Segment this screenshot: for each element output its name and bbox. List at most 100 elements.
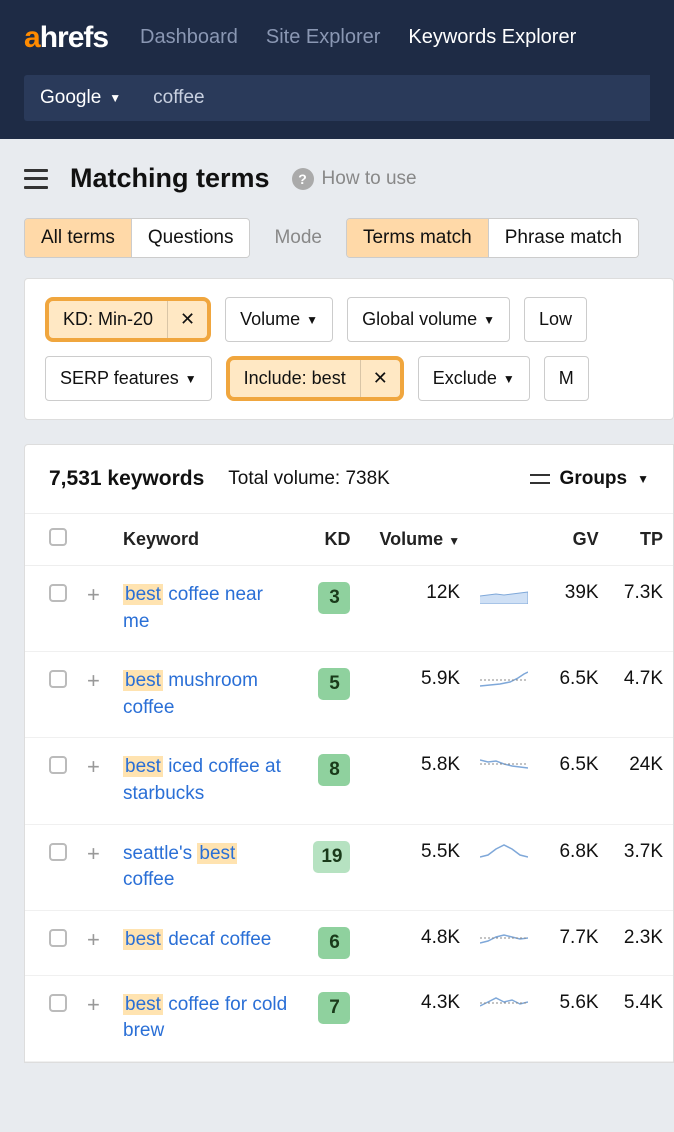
col-gv[interactable]: GV: [544, 514, 608, 566]
tab-all-terms[interactable]: All terms: [25, 219, 132, 257]
volume-value: 5.8K: [360, 738, 470, 824]
col-keyword[interactable]: Keyword: [113, 514, 298, 566]
nav-site-explorer[interactable]: Site Explorer: [266, 26, 381, 49]
filter-global-volume[interactable]: Global volume ▼: [347, 297, 510, 342]
tab-terms-match[interactable]: Terms match: [347, 219, 489, 257]
filters-panel: KD: Min-20 ✕ Volume ▼ Global volume ▼ Lo…: [24, 278, 674, 420]
match-mode-tabs: Terms match Phrase match: [346, 218, 639, 258]
expand-icon[interactable]: +: [87, 582, 100, 607]
chevron-down-icon: ▼: [109, 91, 121, 105]
gv-value: 5.6K: [544, 975, 608, 1061]
tp-value: 2.3K: [609, 910, 673, 975]
filter-include-label: Include: best: [230, 360, 360, 397]
col-kd[interactable]: KD: [298, 514, 360, 566]
keyword-count: 7,531 keywords: [49, 467, 204, 491]
trend-sparkline: [470, 566, 544, 652]
table-row: + seattle's best coffee 19 5.5K 6.8K3.7K: [25, 824, 673, 910]
total-volume: Total volume: 738K: [228, 468, 390, 490]
keyword-input[interactable]: [137, 75, 650, 121]
filter-volume-label: Volume: [240, 309, 300, 330]
row-checkbox[interactable]: [49, 756, 67, 774]
volume-value: 4.3K: [360, 975, 470, 1061]
row-checkbox[interactable]: [49, 843, 67, 861]
menu-icon[interactable]: [24, 169, 48, 189]
filter-exclude[interactable]: Exclude ▼: [418, 356, 530, 401]
expand-icon[interactable]: +: [87, 754, 100, 779]
row-checkbox[interactable]: [49, 994, 67, 1012]
close-icon[interactable]: ✕: [167, 301, 207, 338]
tp-value: 3.7K: [609, 824, 673, 910]
chevron-down-icon: ▼: [306, 313, 318, 327]
volume-value: 4.8K: [360, 910, 470, 975]
filter-serp-features[interactable]: SERP features ▼: [45, 356, 212, 401]
select-all-checkbox[interactable]: [49, 528, 67, 546]
tab-questions[interactable]: Questions: [132, 219, 250, 257]
term-type-tabs: All terms Questions: [24, 218, 250, 258]
keyword-link[interactable]: best mushroom coffee: [123, 670, 258, 718]
page-title: Matching terms: [70, 163, 270, 194]
tabs-row: All terms Questions Mode Terms match Phr…: [24, 218, 674, 258]
expand-icon[interactable]: +: [87, 992, 100, 1017]
kd-badge: 8: [318, 754, 350, 786]
chevron-down-icon: ▼: [483, 313, 495, 327]
results-panel: 7,531 keywords Total volume: 738K Groups…: [24, 444, 674, 1063]
filter-volume[interactable]: Volume ▼: [225, 297, 333, 342]
keyword-link[interactable]: best iced coffee at starbucks: [123, 756, 281, 804]
search-engine-select[interactable]: Google ▼: [24, 75, 137, 121]
filter-exclude-label: Exclude: [433, 368, 497, 389]
keyword-link[interactable]: best decaf coffee: [123, 929, 271, 950]
kd-badge: 5: [318, 668, 350, 700]
trend-sparkline: [470, 910, 544, 975]
filter-m-label: M: [545, 360, 588, 397]
keyword-link[interactable]: best coffee for cold brew: [123, 994, 287, 1042]
sliders-icon: [530, 471, 550, 487]
nav-dashboard[interactable]: Dashboard: [140, 26, 238, 49]
mode-label: Mode: [274, 227, 322, 249]
filter-low[interactable]: Low: [524, 297, 587, 342]
row-checkbox[interactable]: [49, 584, 67, 602]
nav-keywords-explorer[interactable]: Keywords Explorer: [408, 26, 576, 49]
gv-value: 6.8K: [544, 824, 608, 910]
tp-value: 5.4K: [609, 975, 673, 1061]
trend-sparkline: [470, 824, 544, 910]
sort-desc-icon: ▼: [448, 534, 460, 548]
kd-badge: 7: [318, 992, 350, 1024]
top-nav: ahrefs Dashboard Site Explorer Keywords …: [0, 0, 674, 75]
filter-kd[interactable]: KD: Min-20 ✕: [45, 297, 211, 342]
tab-phrase-match[interactable]: Phrase match: [489, 219, 638, 257]
kd-badge: 19: [313, 841, 350, 873]
trend-sparkline: [470, 975, 544, 1061]
col-volume[interactable]: Volume ▼: [360, 514, 470, 566]
gv-value: 7.7K: [544, 910, 608, 975]
keyword-link[interactable]: best coffee near me: [123, 584, 263, 632]
gv-value: 6.5K: [544, 652, 608, 738]
filter-m[interactable]: M: [544, 356, 589, 401]
tp-value: 7.3K: [609, 566, 673, 652]
expand-icon[interactable]: +: [87, 841, 100, 866]
gv-value: 6.5K: [544, 738, 608, 824]
trend-sparkline: [470, 652, 544, 738]
filter-include[interactable]: Include: best ✕: [226, 356, 404, 401]
how-to-use-label: How to use: [322, 168, 417, 190]
gv-value: 39K: [544, 566, 608, 652]
keyword-link[interactable]: seattle's best coffee: [123, 843, 237, 891]
filter-serp-features-label: SERP features: [60, 368, 179, 389]
groups-toggle[interactable]: Groups ▼: [530, 468, 649, 490]
trend-sparkline: [470, 738, 544, 824]
volume-value: 5.5K: [360, 824, 470, 910]
close-icon[interactable]: ✕: [360, 360, 400, 397]
volume-value: 12K: [360, 566, 470, 652]
table-row: + best coffee for cold brew 7 4.3K 5.6K5.4K: [25, 975, 673, 1061]
expand-icon[interactable]: +: [87, 927, 100, 952]
search-engine-label: Google: [40, 87, 101, 109]
how-to-use-link[interactable]: ? How to use: [292, 168, 417, 190]
row-checkbox[interactable]: [49, 670, 67, 688]
expand-icon[interactable]: +: [87, 668, 100, 693]
col-tp[interactable]: TP: [609, 514, 673, 566]
table-row: +best mushroom coffee55.9K6.5K4.7K: [25, 652, 673, 738]
groups-label: Groups: [560, 468, 628, 490]
page-header: Matching terms ? How to use: [24, 163, 674, 194]
row-checkbox[interactable]: [49, 929, 67, 947]
tp-value: 24K: [609, 738, 673, 824]
table-row: + best iced coffee at starbucks 8 5.8K 6.5K2…: [25, 738, 673, 824]
